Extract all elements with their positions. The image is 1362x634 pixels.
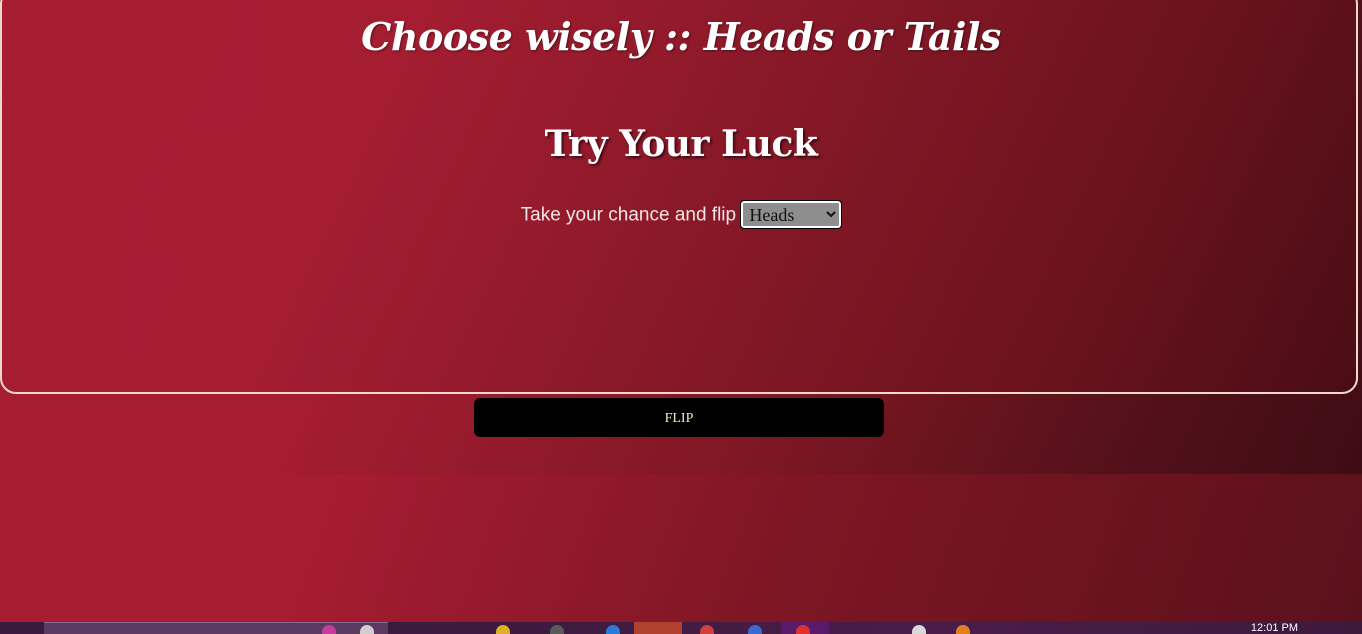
taskbar-search-box[interactable] (44, 622, 388, 634)
section-heading: Try Your Luck (544, 123, 818, 165)
choice-row: Take your chance and flip Heads (2, 200, 1360, 230)
choice-label: Take your chance and flip (520, 204, 737, 226)
taskbar-clock[interactable]: 12:01 PM (1251, 622, 1298, 634)
page-title: Choose wisely :: Heads or Tails (361, 14, 1001, 59)
taskbar-app-icon[interactable] (748, 625, 762, 634)
taskbar-app-icon[interactable] (796, 625, 810, 634)
taskbar-active-app[interactable] (634, 622, 682, 634)
flip-button[interactable]: FLIP (474, 398, 884, 437)
game-card: Choose wisely :: Heads or Tails Try Your… (0, 0, 1358, 394)
taskbar-app-icon[interactable] (322, 625, 336, 634)
taskbar-app-icon[interactable] (496, 625, 510, 634)
taskbar-app-icon[interactable] (912, 625, 926, 634)
heads-tails-select[interactable]: Heads (740, 200, 843, 230)
taskbar-app-icon[interactable] (550, 625, 564, 634)
taskbar-app-icon[interactable] (700, 625, 714, 634)
taskbar-app-icon[interactable] (360, 625, 374, 634)
taskbar-app-icon[interactable] (956, 625, 970, 634)
os-taskbar: 12:01 PM (0, 622, 1362, 634)
taskbar-app-icon[interactable] (606, 625, 620, 634)
